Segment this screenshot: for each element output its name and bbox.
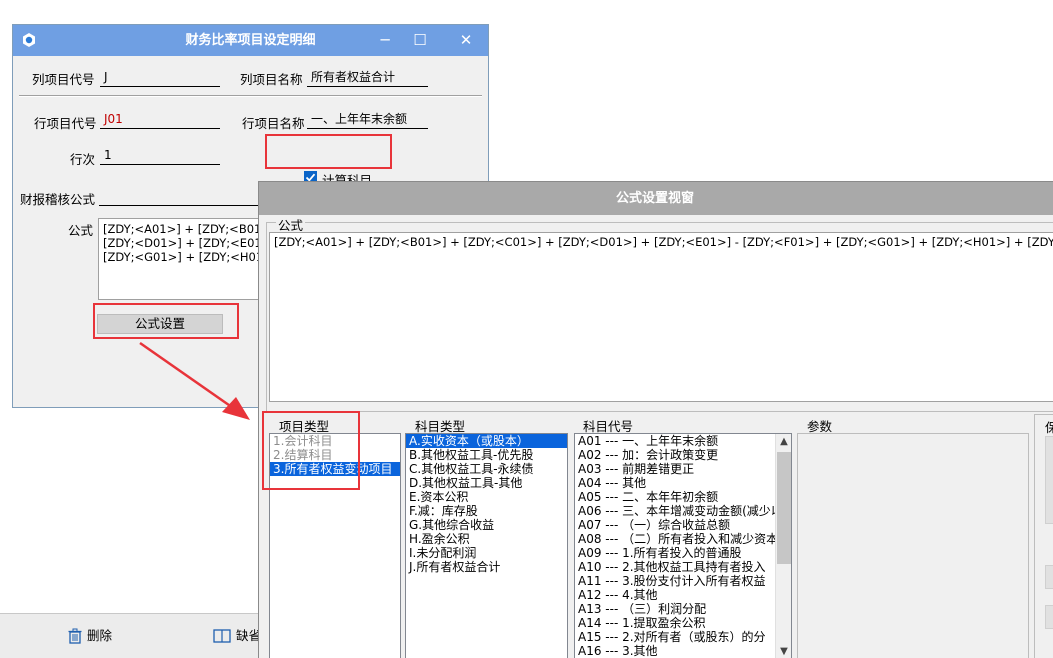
list-item[interactable]: A08 --- （二）所有者投入和减少资本 bbox=[575, 532, 791, 546]
list-item[interactable]: A15 --- 2.对所有者（或股东）的分 bbox=[575, 630, 791, 644]
book-icon bbox=[213, 629, 231, 643]
main-title-bar[interactable]: 财务比率项目设定明细 ─ ☐ ✕ bbox=[13, 25, 488, 56]
highlight-box-formula-button bbox=[93, 303, 239, 339]
list-item[interactable]: A06 --- 三、本年增减变动金额(减少以 bbox=[575, 504, 791, 518]
maximize-button[interactable]: ☐ bbox=[397, 25, 443, 56]
list-item[interactable]: A05 --- 二、本年年初余额 bbox=[575, 490, 791, 504]
formula-setting-window: 公式设置视窗 公式 [ZDY;<A01>] + [ZDY;<B01>] + [Z… bbox=[258, 181, 1053, 658]
highlight-box-checkbox bbox=[265, 134, 392, 169]
list-item[interactable]: A.实收资本（或股本） bbox=[406, 434, 567, 448]
audit-formula-label: 财报稽核公式 bbox=[20, 192, 96, 207]
formula-label: 公式 bbox=[68, 223, 94, 238]
formula-textarea[interactable]: [ZDY;<A01>] + [ZDY;<B01>] + [ZDY;<D01>] … bbox=[98, 218, 268, 300]
list-item[interactable]: A01 --- 一、上年年末余额 bbox=[575, 434, 791, 448]
formula-line: [ZDY;<D01>] + [ZDY;<E01>] - bbox=[103, 236, 268, 250]
order-label: 行次 bbox=[70, 152, 96, 167]
col-name-field[interactable]: 所有者权益合计 bbox=[307, 69, 428, 87]
close-button[interactable]: ✕ bbox=[443, 25, 489, 56]
list-item[interactable]: A13 --- （三）利润分配 bbox=[575, 602, 791, 616]
col-name-label: 列项目名称 bbox=[240, 72, 303, 87]
list-item[interactable]: D.其他权益工具-其他 bbox=[406, 476, 567, 490]
subject-code-scrollbar[interactable]: ▲ ▼ bbox=[775, 434, 791, 658]
list-item[interactable]: A10 --- 2.其他权益工具持有者投入 bbox=[575, 560, 791, 574]
row-name-label: 行项目名称 bbox=[242, 116, 305, 131]
list-item[interactable]: A03 --- 前期差错更正 bbox=[575, 462, 791, 476]
list-item[interactable]: A12 --- 4.其他 bbox=[575, 588, 791, 602]
list-item[interactable]: G.其他综合收益 bbox=[406, 518, 567, 532]
list-item[interactable]: A14 --- 1.提取盈余公积 bbox=[575, 616, 791, 630]
right-panel-label: 保 bbox=[1045, 417, 1053, 436]
list-item[interactable]: J.所有者权益合计 bbox=[406, 560, 567, 574]
formula-window-title[interactable]: 公式设置视窗 bbox=[259, 182, 1053, 215]
separator bbox=[19, 95, 482, 97]
list-item[interactable]: A02 --- 加：会计政策变更 bbox=[575, 448, 791, 462]
formula-line: [ZDY;<G01>] + [ZDY;<H01>] + bbox=[103, 250, 267, 264]
list-item[interactable]: I.未分配利润 bbox=[406, 546, 567, 560]
list-item[interactable]: F.减：库存股 bbox=[406, 504, 567, 518]
right-panel: 保 bbox=[1034, 414, 1053, 658]
list-item[interactable]: A09 --- 1.所有者投入的普通股 bbox=[575, 546, 791, 560]
right-panel-button[interactable] bbox=[1045, 565, 1053, 589]
order-field[interactable]: 1 bbox=[100, 147, 220, 165]
list-item[interactable]: B.其他权益工具-优先股 bbox=[406, 448, 567, 462]
list-item[interactable]: A04 --- 其他 bbox=[575, 476, 791, 490]
formula-editor[interactable]: [ZDY;<A01>] + [ZDY;<B01>] + [ZDY;<C01>] … bbox=[269, 232, 1053, 402]
row-code-label: 行项目代号 bbox=[34, 116, 97, 131]
formula-line: [ZDY;<A01>] + [ZDY;<B01>] + bbox=[103, 222, 268, 236]
scroll-thumb[interactable] bbox=[777, 452, 791, 564]
col-code-field[interactable]: J bbox=[100, 69, 220, 87]
list-item[interactable]: A07 --- （一）综合收益总额 bbox=[575, 518, 791, 532]
trash-icon bbox=[68, 628, 82, 644]
right-panel-button[interactable] bbox=[1045, 605, 1053, 629]
delete-label: 删除 bbox=[87, 628, 113, 643]
scroll-up-icon[interactable]: ▲ bbox=[776, 434, 792, 450]
col-code-label: 列项目代号 bbox=[32, 72, 95, 87]
subject-code-list[interactable]: A01 --- 一、上年年末余额 A02 --- 加：会计政策变更 A03 --… bbox=[574, 433, 792, 658]
highlight-box-item-type bbox=[262, 411, 360, 490]
list-item[interactable]: C.其他权益工具-永续债 bbox=[406, 462, 567, 476]
default-button[interactable]: 缺省 bbox=[213, 626, 263, 646]
scroll-down-icon[interactable]: ▼ bbox=[776, 644, 792, 658]
list-item[interactable]: A11 --- 3.股份支付计入所有者权益 bbox=[575, 574, 791, 588]
list-item[interactable]: E.资本公积 bbox=[406, 490, 567, 504]
row-code-field[interactable]: J01 bbox=[100, 111, 220, 129]
list-item[interactable]: H.盈余公积 bbox=[406, 532, 567, 546]
delete-button[interactable]: 删除 bbox=[67, 626, 127, 646]
row-name-field[interactable]: 一、上年年末余额 bbox=[307, 111, 428, 129]
right-panel-button[interactable] bbox=[1045, 436, 1053, 524]
list-item[interactable]: A16 --- 3.其他 bbox=[575, 644, 791, 658]
audit-formula-field[interactable] bbox=[99, 188, 269, 206]
subject-type-list[interactable]: A.实收资本（或股本） B.其他权益工具-优先股 C.其他权益工具-永续债 D.… bbox=[405, 433, 568, 658]
params-panel[interactable] bbox=[797, 433, 1029, 658]
